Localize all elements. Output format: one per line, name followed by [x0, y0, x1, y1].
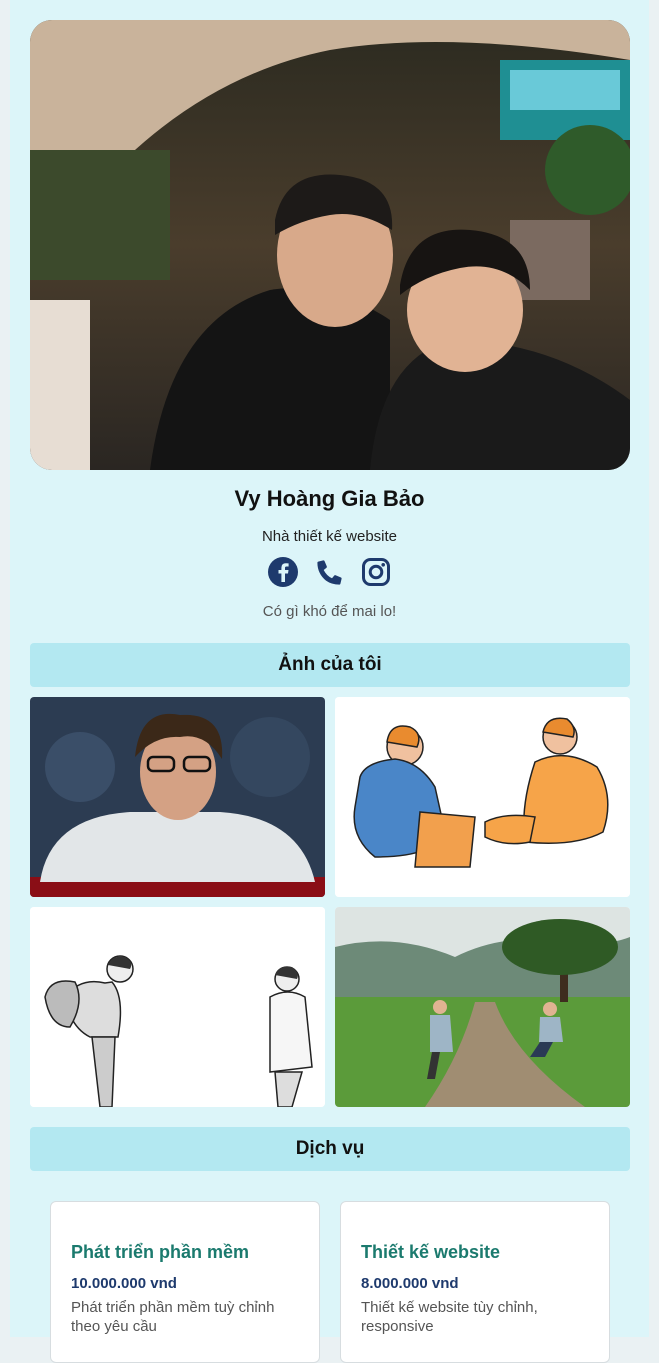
facebook-icon[interactable] [267, 556, 299, 588]
profile-name: Vy Hoàng Gia Bảo [234, 486, 425, 511]
service-description: Thiết kế website tùy chỉnh, responsive [361, 1299, 538, 1335]
phone-icon[interactable] [314, 556, 346, 588]
service-title: Phát triển phần mềm [71, 1242, 250, 1262]
gallery-photo-portrait[interactable] [30, 697, 325, 897]
profile-tagline: Có gì khó để mai lo! [262, 603, 397, 620]
service-price: 8.000.000 vnd [361, 1275, 459, 1292]
photos-section-header: Ảnh của tôi [30, 643, 630, 687]
gallery-illustration-sketch[interactable] [30, 907, 325, 1107]
gallery-photo-countryside[interactable] [335, 907, 630, 1107]
gallery-illustration-conversation[interactable] [335, 697, 630, 897]
service-description: Phát triển phần mềm tuỳ chỉnh theo yêu c… [71, 1299, 275, 1335]
cover-photo [30, 20, 630, 470]
services-section-header: Dịch vụ [30, 1127, 630, 1171]
service-card[interactable]: Phát triển phần mềm 10.000.000 vnd Phát … [50, 1201, 320, 1363]
service-card[interactable]: Thiết kế website 8.000.000 vnd Thiết kế … [340, 1201, 610, 1363]
profile-role: Nhà thiết kế website [261, 528, 398, 545]
service-title: Thiết kế website [361, 1242, 501, 1262]
social-links [10, 556, 649, 588]
instagram-icon[interactable] [360, 556, 392, 588]
profile-page: Vy Hoàng Gia Bảo Nhà thiết kế website Có… [10, 0, 649, 1363]
service-price: 10.000.000 vnd [71, 1275, 177, 1292]
